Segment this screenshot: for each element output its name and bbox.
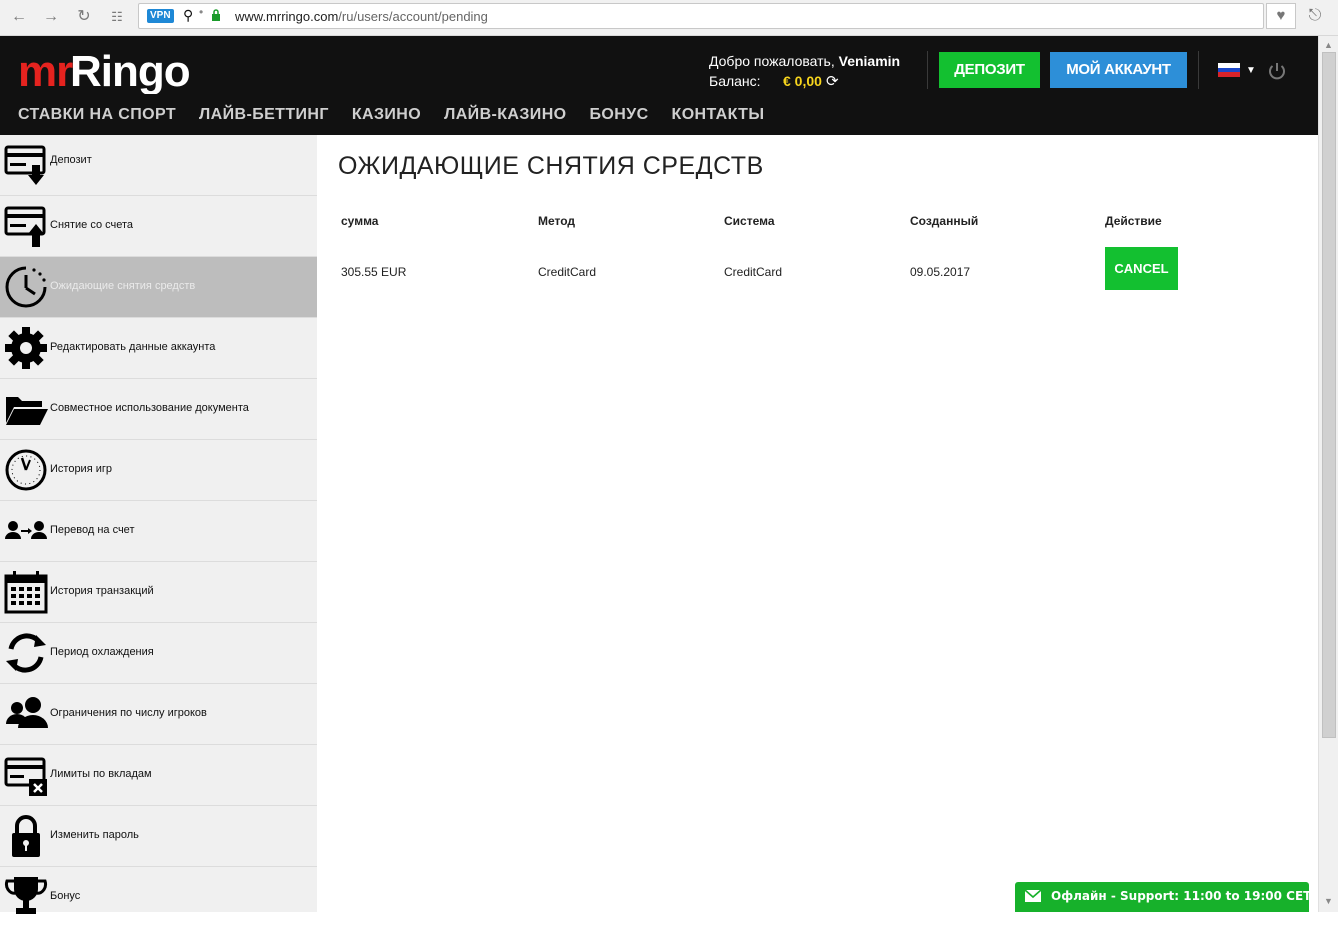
sidebar-item-label: Ограничения по числу игроков xyxy=(50,707,207,719)
forward-icon[interactable]: → xyxy=(40,6,62,28)
power-icon[interactable] xyxy=(1266,60,1288,82)
chevron-down-icon[interactable]: ▼ xyxy=(1246,65,1256,76)
sidebar-item-change-password[interactable]: Изменить пароль xyxy=(0,806,317,867)
scroll-up-icon[interactable]: ▲ xyxy=(1324,40,1333,50)
cell-system: CreditCard xyxy=(724,265,783,279)
account-sidebar: Депозит Снятие со счета Ожидающие снятия… xyxy=(0,135,317,914)
sidebar-item-deposit[interactable]: Депозит xyxy=(0,135,317,196)
nav-casino[interactable]: КАЗИНО xyxy=(352,106,421,126)
sidebar-item-label: Снятие со счета xyxy=(50,219,134,231)
balance-label: Баланс: xyxy=(709,73,761,89)
scroll-down-icon[interactable]: ▼ xyxy=(1324,896,1333,906)
address-bar[interactable]: VPN ⚲ • www.mrringo.com/ru/users/account… xyxy=(138,3,1264,29)
sidebar-item-edit-account[interactable]: Редактировать данные аккаунта xyxy=(0,318,317,379)
sidebar-item-pending-withdrawals[interactable]: Ожидающие снятия средств xyxy=(0,257,317,318)
welcome-prefix: Добро пожаловать, xyxy=(709,53,835,69)
withdraw-icon xyxy=(4,206,46,247)
reload-icon[interactable]: ↻ xyxy=(73,6,95,28)
sidebar-item-label: Совместное использование документа xyxy=(50,402,249,414)
download-icon[interactable]: ⎋ xyxy=(1304,5,1326,27)
deposit-button[interactable]: ДЕПОЗИТ xyxy=(939,52,1040,88)
username: Veniamin xyxy=(838,53,901,69)
url-host: www.mrringo.com xyxy=(235,9,339,24)
deposit-icon xyxy=(4,145,46,185)
sidebar-item-label: История игр xyxy=(50,463,112,475)
sidebar-item-player-limits[interactable]: Ограничения по числу игроков xyxy=(0,684,317,745)
url-path: /ru/users/account/pending xyxy=(338,9,488,24)
support-chat-widget[interactable]: Офлайн - Support: 11:00 to 19:00 CET xyxy=(1015,882,1312,912)
folder-icon xyxy=(6,397,48,425)
pending-clock-icon xyxy=(5,266,47,308)
header-divider xyxy=(927,51,928,89)
cancel-button[interactable]: CANCEL xyxy=(1105,247,1178,290)
page-title: ОЖИДАЮЩИЕ СНЯТИЯ СРЕДСТВ xyxy=(338,152,764,180)
sidebar-item-transaction-history[interactable]: История транзакций xyxy=(0,562,317,623)
main-nav: СТАВКИ НА СПОРТ ЛАЙВ-БЕТТИНГ КАЗИНО ЛАЙВ… xyxy=(18,106,787,126)
clock-icon xyxy=(5,449,47,491)
sidebar-item-label: Изменить пароль xyxy=(50,829,139,841)
calendar-icon xyxy=(4,571,48,614)
card-limit-icon xyxy=(4,757,47,796)
cell-amount: 305.55 EUR xyxy=(341,265,407,279)
browser-toolbar: ← → ↻ ☷ VPN ⚲ • www.mrringo.com/ru/users… xyxy=(0,0,1338,36)
sidebar-item-cooling-period[interactable]: Период охлаждения xyxy=(0,623,317,684)
column-header-method: Метод xyxy=(538,214,576,228)
vpn-badge[interactable]: VPN xyxy=(147,9,174,23)
nav-contacts[interactable]: КОНТАКТЫ xyxy=(672,106,765,126)
support-status-text: Офлайн - Support: 11:00 to 19:00 CET xyxy=(1051,889,1312,903)
lock-icon xyxy=(12,815,40,857)
cell-method: CreditCard xyxy=(538,265,597,279)
my-account-button[interactable]: МОЙ АККАУНТ xyxy=(1050,52,1187,88)
sidebar-item-label: История транзакций xyxy=(50,585,154,597)
balance-value: € 0,00 xyxy=(783,73,822,89)
sidebar-item-label: Редактировать данные аккаунта xyxy=(50,341,216,353)
site-header: mr Ringo Добро пожаловать, Veniamin Бала… xyxy=(0,36,1318,135)
trophy-icon xyxy=(5,877,47,914)
header-divider xyxy=(1198,51,1199,89)
gear-icon xyxy=(5,327,47,369)
refresh-icon xyxy=(6,633,46,673)
welcome-text: Добро пожаловать, Veniamin xyxy=(709,53,900,69)
envelope-icon xyxy=(1025,890,1041,902)
sidebar-item-game-history[interactable]: История игр xyxy=(0,440,317,501)
column-header-system: Система xyxy=(724,214,775,228)
scrollbar-thumb[interactable] xyxy=(1322,52,1336,738)
nav-bonus[interactable]: БОНУС xyxy=(590,106,649,126)
sidebar-item-label: Ожидающие снятия средств xyxy=(50,280,196,292)
sidebar-item-label: Депозит xyxy=(50,154,92,166)
sidebar-item-label: Период охлаждения xyxy=(50,646,154,658)
sidebar-item-document-sharing[interactable]: Совместное использование документа xyxy=(0,379,317,440)
nav-sports-betting[interactable]: СТАВКИ НА СПОРТ xyxy=(18,106,176,126)
scrollbar[interactable]: ▲ ▼ xyxy=(1318,36,1338,912)
svg-text:Ringo: Ringo xyxy=(70,48,190,94)
mrringo-logo[interactable]: mr Ringo xyxy=(18,48,208,94)
url-text[interactable]: www.mrringo.com/ru/users/account/pending xyxy=(235,9,488,24)
users-icon xyxy=(6,697,48,728)
dot-icon: • xyxy=(199,5,204,19)
cell-created: 09.05.2017 xyxy=(910,265,971,279)
sidebar-item-deposit-limits[interactable]: Лимиты по вкладам xyxy=(0,745,317,806)
sidebar-item-transfer[interactable]: Перевод на счет xyxy=(0,501,317,562)
column-header-action: Действие xyxy=(1105,214,1162,228)
column-header-amount: сумма xyxy=(341,214,379,228)
column-header-created: Созданный xyxy=(910,214,979,228)
transfer-icon xyxy=(5,521,47,539)
key-icon[interactable]: ⚲ xyxy=(183,7,193,24)
sidebar-item-bonus[interactable]: Бонус xyxy=(0,867,317,928)
back-icon[interactable]: ← xyxy=(8,6,30,28)
refresh-balance-icon[interactable]: ⟳ xyxy=(826,72,839,90)
russia-flag-icon[interactable] xyxy=(1218,63,1240,77)
nav-live-casino[interactable]: ЛАЙВ-КАЗИНО xyxy=(444,106,566,126)
lock-icon[interactable] xyxy=(211,9,221,21)
heart-icon[interactable]: ♥ xyxy=(1266,3,1296,29)
sidebar-item-label: Перевод на счет xyxy=(50,524,135,536)
nav-live-betting[interactable]: ЛАЙВ-БЕТТИНГ xyxy=(199,106,329,126)
apps-grid-icon[interactable]: ☷ xyxy=(106,6,128,28)
sidebar-item-label: Бонус xyxy=(50,890,81,902)
svg-text:mr: mr xyxy=(18,48,73,94)
sidebar-item-withdraw[interactable]: Снятие со счета xyxy=(0,196,317,257)
sidebar-item-label: Лимиты по вкладам xyxy=(50,768,152,780)
